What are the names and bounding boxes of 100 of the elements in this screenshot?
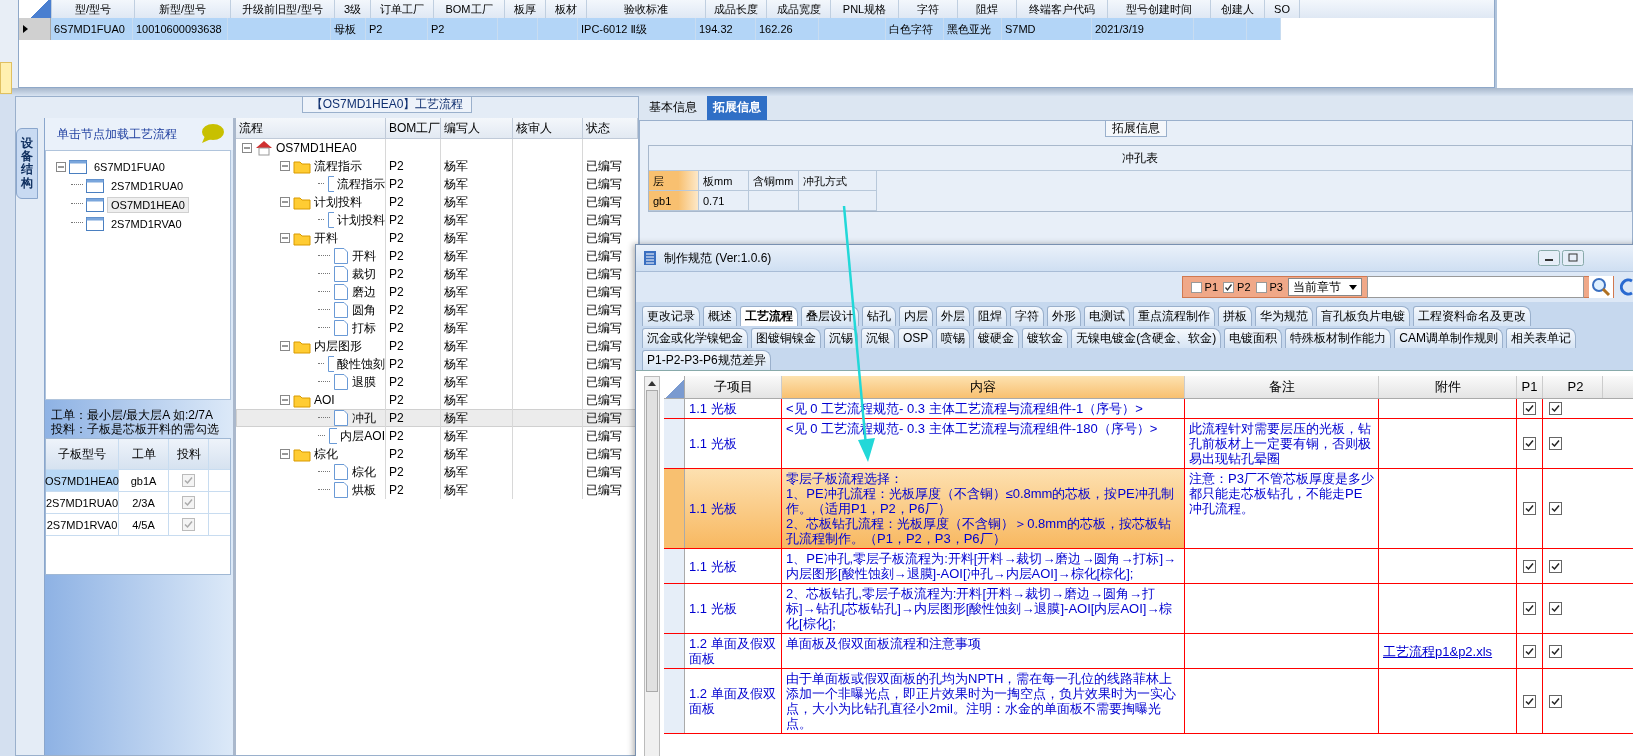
column-header[interactable]: P2 xyxy=(1543,376,1603,398)
tree-item[interactable]: 6S7MD1FUA0 xyxy=(90,158,169,175)
column-header[interactable]: 备注 xyxy=(1185,376,1379,398)
checkbox[interactable] xyxy=(1549,694,1562,708)
row-header[interactable] xyxy=(664,584,685,633)
tree-item[interactable]: 磨边 xyxy=(352,283,376,301)
checkbox[interactable] xyxy=(182,518,195,531)
chapter-dropdown[interactable]: 当前章节 xyxy=(1288,278,1362,296)
search-button[interactable] xyxy=(1589,276,1613,298)
row-header[interactable] xyxy=(664,399,685,418)
tree-item[interactable]: 冲孔 xyxy=(352,409,376,427)
tab[interactable]: 内层 xyxy=(899,306,933,326)
collapse-icon[interactable] xyxy=(242,143,252,153)
checkbox[interactable] xyxy=(1549,502,1562,515)
row-header[interactable] xyxy=(664,669,685,733)
tree-item[interactable]: 开料 xyxy=(352,247,376,265)
checkbox[interactable] xyxy=(1190,281,1202,293)
tab[interactable]: 华为规范 xyxy=(1255,306,1313,326)
tree-item[interactable]: 裁切 xyxy=(352,265,376,283)
column-header[interactable]: 编写人 xyxy=(441,118,513,138)
checkbox[interactable] xyxy=(1523,402,1536,415)
tree-item[interactable]: OS7MD1HEA0 xyxy=(276,141,357,155)
row-header[interactable] xyxy=(664,549,685,583)
splitter-handle[interactable] xyxy=(0,88,1633,96)
tab[interactable]: 外形 xyxy=(1047,306,1081,326)
tree-item[interactable]: OS7MD1HEA0 xyxy=(107,196,189,213)
checkbox[interactable] xyxy=(1549,602,1562,615)
collapse-icon[interactable] xyxy=(280,197,290,207)
checkbox[interactable] xyxy=(1523,437,1536,450)
collapse-icon[interactable] xyxy=(280,233,290,243)
tab[interactable]: 概述 xyxy=(703,306,737,326)
checkbox[interactable] xyxy=(1523,644,1536,658)
column-header[interactable]: 板mm xyxy=(699,171,749,191)
column-header[interactable]: 工单 xyxy=(119,439,169,469)
tab[interactable]: 盲孔板负片电镀 xyxy=(1316,306,1410,326)
checkbox[interactable] xyxy=(1549,402,1562,415)
tab[interactable]: 拓展信息 xyxy=(707,96,767,120)
tree-item[interactable]: 打标 xyxy=(352,319,376,337)
collapse-icon[interactable] xyxy=(280,161,290,171)
tab[interactable]: 电测试 xyxy=(1084,306,1130,326)
tab[interactable]: 重点流程制作 xyxy=(1133,306,1215,326)
column-header[interactable]: 流程 xyxy=(236,118,386,138)
column-header[interactable]: 子板型号 xyxy=(46,439,119,469)
table-cell[interactable]: OS7MD1HEA0 xyxy=(46,470,119,491)
tab[interactable]: 工艺流程 xyxy=(740,306,798,326)
tree-item[interactable]: 计划投料 xyxy=(337,211,385,229)
collapse-icon[interactable] xyxy=(280,449,290,459)
tree-item[interactable]: AOI xyxy=(314,393,335,407)
tab[interactable]: CAM调单制作规则 xyxy=(1394,328,1503,348)
column-header[interactable]: 投料 xyxy=(169,439,209,469)
tab[interactable]: 字符 xyxy=(1010,306,1044,326)
tree-item[interactable]: 酸性蚀刻 xyxy=(337,355,385,373)
tree-item[interactable]: 退膜 xyxy=(352,373,376,391)
collapse-icon[interactable] xyxy=(56,161,66,172)
tree-item[interactable]: 2S7MD1RVA0 xyxy=(107,215,186,232)
tree-item[interactable]: 棕化 xyxy=(352,463,376,481)
tab[interactable]: 拼板 xyxy=(1218,306,1252,326)
tab[interactable]: 图镀铜镍金 xyxy=(751,328,821,348)
tree-item[interactable]: 烘板 xyxy=(352,481,376,499)
tab[interactable]: 特殊板材制作能力 xyxy=(1285,328,1392,348)
tab[interactable]: 沉金或化学镍钯金 xyxy=(642,328,748,348)
column-header[interactable]: BOM工厂 xyxy=(386,118,441,138)
column-header[interactable]: 内容 xyxy=(782,376,1185,398)
collapse-icon[interactable] xyxy=(280,341,290,351)
tab[interactable]: 叠层设计 xyxy=(801,306,859,326)
table-cell[interactable]: 2S7MD1RVA0 xyxy=(46,514,119,535)
tab[interactable]: 基本信息 xyxy=(643,96,703,120)
row-header[interactable] xyxy=(664,634,685,668)
tree-item[interactable]: 流程指示 xyxy=(337,175,385,193)
tree-item[interactable]: 计划投料 xyxy=(314,193,362,211)
tree-item[interactable]: 2S7MD1RUA0 xyxy=(107,177,188,194)
tab[interactable]: 沉银 xyxy=(861,328,895,348)
attachment-link[interactable]: 工艺流程p1&p2.xls xyxy=(1383,643,1493,659)
tab[interactable]: 电镀面积 xyxy=(1224,328,1283,348)
tree-item[interactable]: 开料 xyxy=(314,229,338,247)
checkbox[interactable] xyxy=(1523,502,1536,515)
checkbox[interactable] xyxy=(182,474,195,487)
column-header[interactable]: 含铜mm xyxy=(749,171,799,191)
checkbox[interactable] xyxy=(1523,694,1536,708)
tab[interactable]: 镀硬金 xyxy=(973,328,1020,348)
tab[interactable]: 工程资料命名及更改 xyxy=(1413,306,1531,326)
tab[interactable]: 外层 xyxy=(936,306,970,326)
tree-item[interactable]: 圆角 xyxy=(352,301,376,319)
checkbox[interactable] xyxy=(1223,281,1235,293)
tree-item[interactable]: 棕化 xyxy=(314,445,338,463)
scroll-up-icon[interactable] xyxy=(648,381,656,386)
tab[interactable]: 镀软金 xyxy=(1022,328,1069,348)
tab[interactable]: 更改记录 xyxy=(642,306,700,326)
column-header[interactable]: 冲孔方式 xyxy=(799,171,877,191)
tab[interactable]: 相关表单记 xyxy=(1506,328,1576,348)
checkbox[interactable] xyxy=(1549,644,1562,658)
tree-item[interactable]: 内层AOI xyxy=(340,427,385,445)
checkbox[interactable] xyxy=(1549,437,1562,450)
row-header[interactable] xyxy=(664,419,685,468)
scrollbar[interactable] xyxy=(644,376,660,756)
column-header[interactable]: 附件 xyxy=(1379,376,1517,398)
column-header[interactable]: 状态 xyxy=(583,118,638,138)
column-header[interactable]: 核审人 xyxy=(513,118,583,138)
search-field[interactable] xyxy=(1367,276,1584,298)
tab[interactable]: P1-P2-P3-P6规范差异 xyxy=(642,350,771,370)
